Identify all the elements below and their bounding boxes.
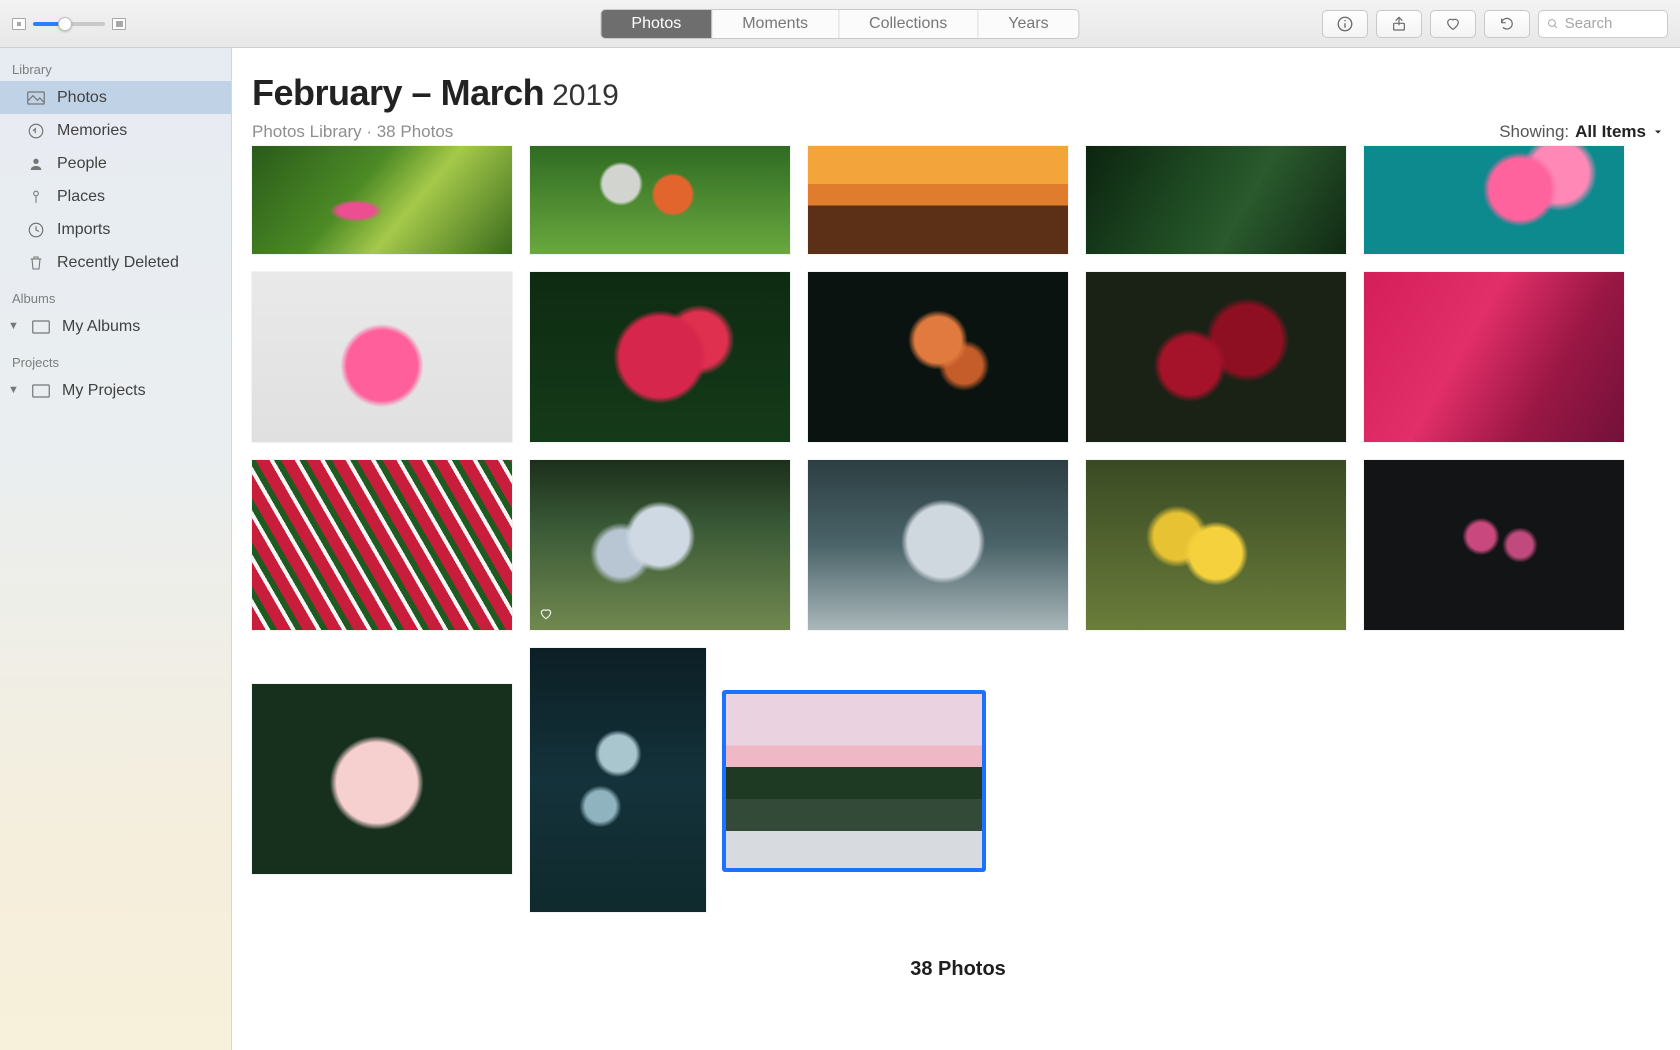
thumbnail-size-slider[interactable] — [33, 22, 105, 26]
photo-thumbnail[interactable] — [530, 146, 790, 254]
photo-thumbnail[interactable] — [1364, 460, 1624, 630]
showing-value: All Items — [1575, 122, 1646, 142]
favorite-button[interactable] — [1430, 10, 1476, 38]
sidebar-item-label: Recently Deleted — [57, 254, 179, 272]
photo-thumbnail[interactable] — [252, 272, 512, 442]
photo-thumbnail[interactable] — [530, 272, 790, 442]
people-icon — [26, 154, 46, 174]
chevron-down-icon[interactable]: ▼ — [8, 384, 20, 396]
album-icon — [31, 317, 51, 337]
photos-icon — [26, 88, 46, 108]
search-icon — [1547, 17, 1559, 31]
share-button[interactable] — [1376, 10, 1422, 38]
photo-thumbnail[interactable] — [1364, 272, 1624, 442]
photo-thumbnail[interactable] — [808, 272, 1068, 442]
sidebar-item-label: Imports — [57, 221, 110, 239]
favorite-icon — [538, 607, 554, 624]
main-content: February – March 2019 Photos Library · 3… — [232, 48, 1680, 1050]
sidebar-item-imports[interactable]: Imports — [0, 213, 231, 246]
places-icon — [26, 187, 46, 207]
sidebar-item-label: Memories — [57, 122, 127, 140]
chevron-down-icon — [1652, 126, 1664, 138]
sidebar-item-label: Places — [57, 188, 105, 206]
photo-thumbnail[interactable] — [530, 460, 790, 630]
info-button[interactable] — [1322, 10, 1368, 38]
clock-icon — [26, 220, 46, 240]
page-title: February – March 2019 — [252, 72, 1664, 114]
sidebar-section-library: Library — [0, 58, 231, 81]
sidebar-item-people[interactable]: People — [0, 147, 231, 180]
view-tabs: Photos Moments Collections Years — [600, 9, 1079, 39]
album-icon — [31, 381, 51, 401]
zoom-in-icon[interactable] — [112, 18, 126, 30]
sidebar-item-photos[interactable]: Photos — [0, 81, 231, 114]
sidebar: Library Photos Memories People Places — [0, 48, 232, 1050]
toolbar-right — [1322, 10, 1668, 38]
photo-thumbnail[interactable] — [530, 648, 706, 912]
sidebar-section-projects: Projects — [0, 351, 231, 374]
photo-thumbnail[interactable] — [252, 684, 512, 874]
showing-filter[interactable]: Showing: All Items — [1499, 122, 1664, 142]
photo-thumbnail[interactable] — [1086, 272, 1346, 442]
trash-icon — [26, 253, 46, 273]
title-range: February – March — [252, 72, 544, 114]
photo-thumbnail[interactable] — [252, 146, 512, 254]
sidebar-item-places[interactable]: Places — [0, 180, 231, 213]
photo-thumbnail[interactable] — [1086, 460, 1346, 630]
showing-label: Showing: — [1499, 122, 1569, 142]
title-year: 2019 — [552, 79, 619, 113]
toolbar: Photos Moments Collections Years — [0, 0, 1680, 48]
memories-icon — [26, 121, 46, 141]
photo-thumbnail[interactable] — [1364, 146, 1624, 254]
sidebar-item-my-albums[interactable]: ▼ My Albums — [0, 310, 231, 343]
breadcrumb: Photos Library · 38 Photos — [252, 122, 453, 142]
rotate-button[interactable] — [1484, 10, 1530, 38]
sidebar-item-memories[interactable]: Memories — [0, 114, 231, 147]
photo-thumbnail[interactable] — [808, 460, 1068, 630]
search-field[interactable] — [1538, 10, 1668, 38]
zoom-out-icon[interactable] — [12, 18, 26, 30]
photo-thumbnail[interactable] — [252, 460, 512, 630]
photo-thumbnail-selected[interactable] — [724, 692, 984, 870]
search-input[interactable] — [1565, 15, 1659, 32]
slider-thumb[interactable] — [58, 17, 72, 31]
sidebar-item-my-projects[interactable]: ▼ My Projects — [0, 374, 231, 407]
chevron-down-icon[interactable]: ▼ — [8, 320, 20, 332]
tab-years[interactable]: Years — [977, 10, 1078, 38]
photo-thumbnail[interactable] — [1086, 146, 1346, 254]
sidebar-item-recently-deleted[interactable]: Recently Deleted — [0, 246, 231, 279]
toolbar-left — [12, 18, 126, 30]
tab-moments[interactable]: Moments — [711, 10, 838, 38]
sidebar-item-label: My Projects — [62, 382, 146, 400]
sidebar-section-albums: Albums — [0, 287, 231, 310]
footer-count: 38 Photos — [252, 958, 1664, 981]
photo-thumbnail[interactable] — [808, 146, 1068, 254]
sidebar-item-label: My Albums — [62, 318, 140, 336]
sidebar-item-label: People — [57, 155, 107, 173]
sidebar-item-label: Photos — [57, 89, 107, 107]
tab-photos[interactable]: Photos — [601, 10, 711, 38]
zoom-slider-group — [12, 18, 126, 30]
tab-collections[interactable]: Collections — [838, 10, 977, 38]
